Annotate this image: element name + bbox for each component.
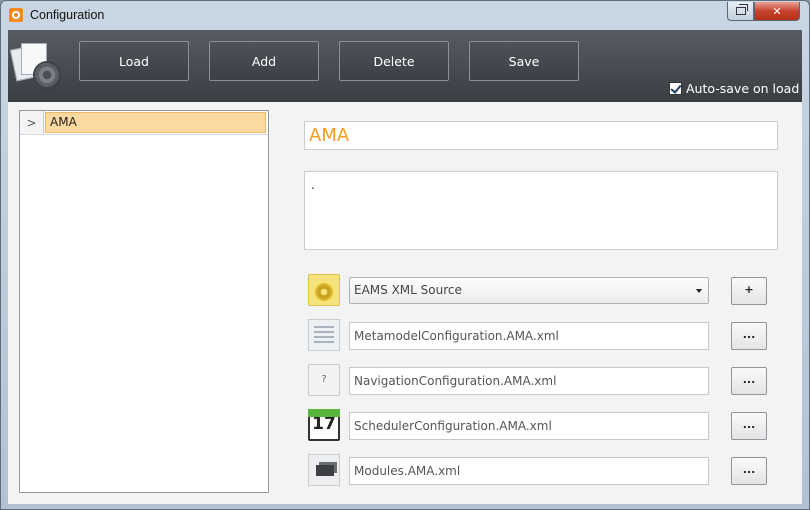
restore-button[interactable] bbox=[727, 2, 754, 21]
expand-chevron-icon[interactable]: > bbox=[20, 111, 44, 134]
calendar-icon: 17 bbox=[308, 409, 340, 441]
configuration-gear-icon bbox=[9, 43, 61, 89]
app-icon bbox=[9, 8, 23, 22]
browse-navigation-button[interactable]: ... bbox=[731, 367, 767, 395]
load-button[interactable]: Load bbox=[79, 41, 189, 81]
browse-modules-button[interactable]: ... bbox=[731, 457, 767, 485]
modules-file-field[interactable]: Modules.AMA.xml bbox=[349, 457, 709, 485]
content-area: > AMA AMA . EAMS XML Source + MetamodelC… bbox=[8, 102, 802, 504]
save-button[interactable]: Save bbox=[469, 41, 579, 81]
metamodel-file-field[interactable]: MetamodelConfiguration.AMA.xml bbox=[349, 322, 709, 350]
source-dropdown-value: EAMS XML Source bbox=[354, 283, 462, 297]
name-field[interactable]: AMA bbox=[304, 121, 778, 150]
close-icon: ✕ bbox=[772, 4, 782, 18]
toolbar: Load Add Delete Save Auto-save on load bbox=[8, 30, 802, 102]
source-dropdown[interactable]: EAMS XML Source bbox=[349, 277, 709, 304]
configuration-tree[interactable]: > AMA bbox=[19, 110, 269, 493]
add-button[interactable]: Add bbox=[209, 41, 319, 81]
tree-row[interactable]: > AMA bbox=[20, 111, 268, 135]
browse-scheduler-button[interactable]: ... bbox=[731, 412, 767, 440]
autosave-label: Auto-save on load bbox=[686, 81, 800, 96]
description-field[interactable]: . bbox=[304, 171, 778, 250]
delete-button[interactable]: Delete bbox=[339, 41, 449, 81]
add-source-button[interactable]: + bbox=[731, 277, 767, 305]
configuration-window: Configuration ✕ Load Add Delete Save Aut… bbox=[0, 0, 810, 510]
close-button[interactable]: ✕ bbox=[754, 2, 800, 21]
navigation-icon: ? bbox=[308, 364, 340, 396]
xml-source-gear-icon bbox=[308, 274, 340, 306]
title-bar[interactable]: Configuration ✕ bbox=[1, 1, 809, 29]
chevron-down-icon bbox=[696, 289, 702, 293]
tree-item-ama[interactable]: AMA bbox=[45, 112, 266, 133]
restore-icon bbox=[735, 4, 748, 15]
checkbox-checked-icon[interactable] bbox=[669, 82, 682, 95]
scheduler-file-field[interactable]: SchedulerConfiguration.AMA.xml bbox=[349, 412, 709, 440]
browse-metamodel-button[interactable]: ... bbox=[731, 322, 767, 350]
window-title: Configuration bbox=[30, 8, 105, 22]
metamodel-icon bbox=[308, 319, 340, 351]
modules-icon bbox=[308, 454, 340, 486]
autosave-checkbox[interactable]: Auto-save on load bbox=[669, 81, 799, 96]
navigation-file-field[interactable]: NavigationConfiguration.AMA.xml bbox=[349, 367, 709, 395]
